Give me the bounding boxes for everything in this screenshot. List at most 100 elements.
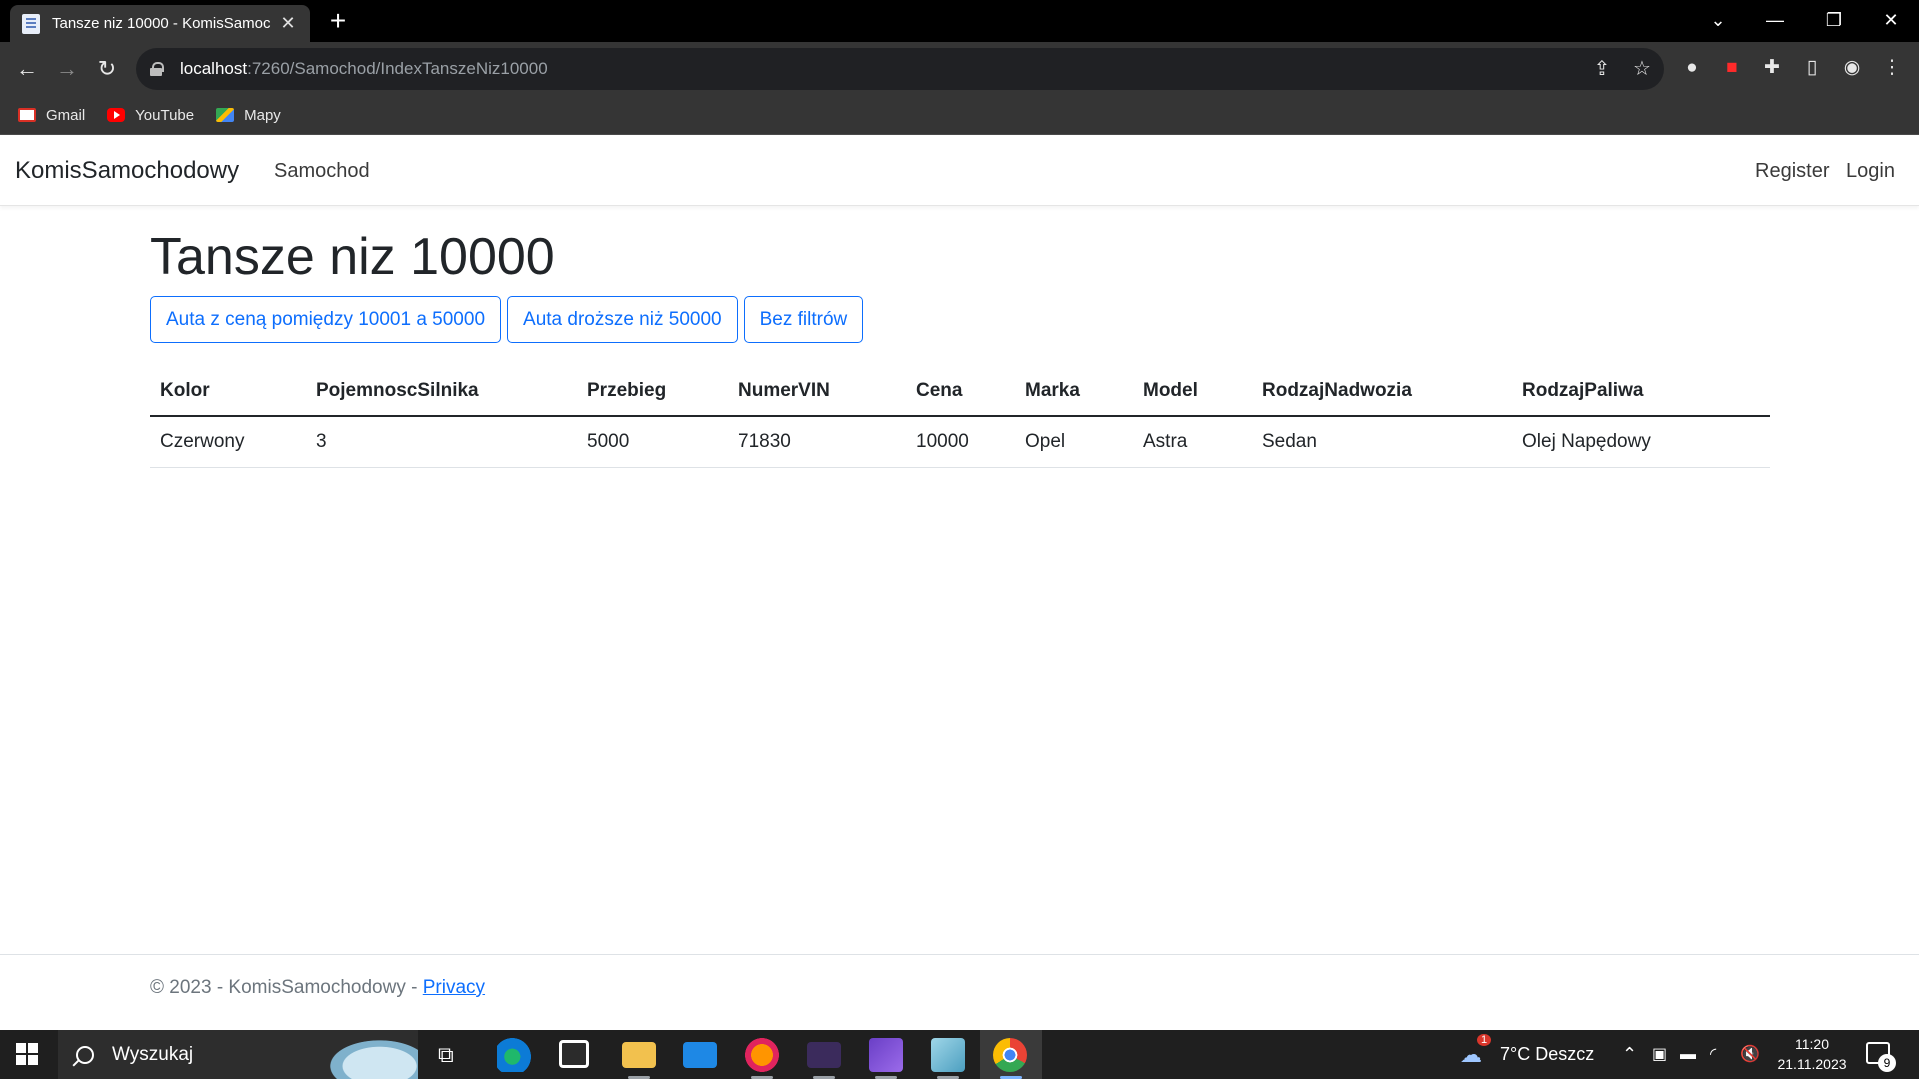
table-row: Czerwony 3 5000 71830 10000 Opel Astra S… xyxy=(150,416,1770,468)
bookmark-label: Gmail xyxy=(46,106,86,124)
windows-taskbar: Wyszukaj ⧉ ☁ 1 7°C Deszcz ⌃ ▣ ▬ ◜ 🔇 11:2… xyxy=(0,1030,1919,1079)
tab-title: Tansze niz 10000 - KomisSamoc xyxy=(52,15,271,32)
cell-przebieg: 5000 xyxy=(577,416,728,468)
chrome-menu-icon[interactable]: ⋮ xyxy=(1879,55,1905,81)
browser-window: Tansze niz 10000 - KomisSamoc ✕ + ⌄ — ❐ … xyxy=(0,0,1919,1079)
weather-badge: 1 xyxy=(1477,1016,1492,1065)
task-view-icon[interactable]: ⧉ xyxy=(438,1030,454,1079)
windows-start-icon[interactable] xyxy=(16,1043,38,1065)
terminal-app-icon[interactable] xyxy=(807,1042,841,1068)
tray-chevron-up-icon[interactable]: ⌃ xyxy=(1622,1030,1637,1079)
filter-buttons: Auta z ceną pomiędzy 10001 a 50000 Auta … xyxy=(150,296,1770,344)
minimize-button[interactable]: — xyxy=(1747,0,1803,40)
reload-button[interactable]: ↻ xyxy=(91,53,123,85)
column-header-numervin: NumerVIN xyxy=(728,367,906,418)
video-extension-icon[interactable]: ■ xyxy=(1719,55,1745,81)
bookmark-gmail[interactable]: Gmail xyxy=(18,107,85,124)
url-path: :7260/Samochod/IndexTanszeNiz10000 xyxy=(247,59,548,78)
browser-tab-active[interactable]: Tansze niz 10000 - KomisSamoc ✕ xyxy=(10,5,310,42)
taskbar-search[interactable]: Wyszukaj xyxy=(58,1030,418,1079)
cookie-extension-icon[interactable]: ● xyxy=(1679,55,1705,81)
bookmark-maps[interactable]: Mapy xyxy=(216,107,281,124)
lock-icon[interactable] xyxy=(150,62,164,76)
search-icon xyxy=(76,1045,94,1064)
cars-table: Kolor PojemnoscSilnika Przebieg NumerVIN… xyxy=(150,367,1770,468)
privacy-link[interactable]: Privacy xyxy=(423,977,485,998)
extensions-puzzle-icon[interactable]: ✚ xyxy=(1759,55,1785,81)
cell-pojemnosc: 3 xyxy=(306,416,577,468)
tab-close-icon[interactable]: ✕ xyxy=(278,13,298,34)
browser-toolbar: ← → ↻ localhost:7260/Samochod/IndexTansz… xyxy=(0,42,1919,96)
share-icon[interactable]: ⇪ xyxy=(1590,57,1614,81)
bookmark-label: YouTube xyxy=(135,106,195,124)
bookmark-star-icon[interactable]: ☆ xyxy=(1630,57,1654,81)
notepad-app-icon[interactable] xyxy=(931,1038,965,1072)
cell-paliwo: Olej Napędowy xyxy=(1512,416,1770,468)
mail-app-icon[interactable] xyxy=(683,1042,717,1068)
forward-button[interactable]: → xyxy=(51,53,83,85)
bookmark-label: Mapy xyxy=(244,106,281,124)
url-host: localhost xyxy=(180,59,248,78)
column-header-model: Model xyxy=(1133,367,1252,418)
taskbar-clock[interactable]: 11:20 21.11.2023 xyxy=(1774,1034,1850,1074)
tab-search-chevron-icon[interactable]: ⌄ xyxy=(1690,0,1746,40)
cell-kolor: Czerwony xyxy=(150,416,306,468)
address-bar[interactable]: localhost:7260/Samochod/IndexTanszeNiz10… xyxy=(136,48,1664,90)
back-button[interactable]: ← xyxy=(11,53,43,85)
tab-strip: Tansze niz 10000 - KomisSamoc ✕ + ⌄ — ❐ … xyxy=(0,0,1919,42)
volume-muted-icon[interactable]: 🔇 xyxy=(1740,1030,1760,1079)
battery-icon[interactable]: ▬ xyxy=(1680,1030,1696,1079)
column-header-przebieg: Przebieg xyxy=(577,367,728,418)
filter-none-button[interactable]: Bez filtrów xyxy=(743,296,864,344)
firefox-app-icon[interactable] xyxy=(745,1038,779,1072)
cell-model: Astra xyxy=(1133,416,1252,468)
filter-above-50000-button[interactable]: Auta droższe niż 50000 xyxy=(507,296,738,344)
side-panel-icon[interactable]: ▯ xyxy=(1799,55,1825,81)
footer-copyright: © 2023 - KomisSamochodowy - xyxy=(150,977,423,998)
meet-now-icon[interactable]: ▣ xyxy=(1652,1030,1667,1079)
file-explorer-icon[interactable] xyxy=(622,1042,656,1068)
restore-button[interactable]: ❐ xyxy=(1806,0,1862,40)
chrome-app-icon[interactable] xyxy=(993,1038,1027,1072)
visual-studio-app-icon[interactable] xyxy=(869,1038,903,1072)
weather-badge-count: 1 xyxy=(1477,1034,1492,1046)
main-content: Tansze niz 10000 Auta z ceną pomiędzy 10… xyxy=(150,226,1770,468)
network-icon[interactable]: ◜ xyxy=(1710,1030,1716,1079)
page-title: Tansze niz 10000 xyxy=(150,228,555,286)
table-header-row: Kolor PojemnoscSilnika Przebieg NumerVIN… xyxy=(150,367,1770,418)
edge-app-icon[interactable] xyxy=(497,1038,531,1072)
clock-time: 11:20 xyxy=(1795,1036,1829,1052)
youtube-icon xyxy=(107,108,126,122)
site-navbar: KomisSamochodowy Samochod Register Login xyxy=(0,136,1919,206)
store-app-icon[interactable] xyxy=(559,1040,589,1068)
maps-icon xyxy=(216,108,235,122)
clock-date: 21.11.2023 xyxy=(1777,1056,1847,1072)
gmail-icon xyxy=(18,108,36,122)
cell-nadwozie: Sedan xyxy=(1252,416,1512,468)
filter-10001-50000-button[interactable]: Auta z ceną pomiędzy 10001 a 50000 xyxy=(150,296,502,344)
cell-cena: 10000 xyxy=(906,416,1015,468)
footer-text: © 2023 - KomisSamochodowy - Privacy xyxy=(150,977,485,999)
web-page: KomisSamochodowy Samochod Register Login… xyxy=(0,136,1919,1030)
weather-text[interactable]: 7°C Deszcz xyxy=(1500,1030,1594,1079)
column-header-kolor: Kolor xyxy=(150,367,306,418)
nav-link-samochod[interactable]: Samochod xyxy=(274,160,370,183)
bookmarks-bar: Gmail YouTube Mapy xyxy=(0,96,1919,135)
nav-link-register[interactable]: Register xyxy=(1755,160,1829,183)
page-favicon-icon xyxy=(22,13,40,34)
column-header-nadwozie: RodzajNadwozia xyxy=(1252,367,1512,418)
site-brand-link[interactable]: KomisSamochodowy xyxy=(15,157,239,185)
profile-avatar-icon[interactable]: ◉ xyxy=(1839,55,1865,81)
cell-marka: Opel xyxy=(1015,416,1133,468)
bookmark-youtube[interactable]: YouTube xyxy=(107,107,194,124)
cell-numervin: 71830 xyxy=(728,416,906,468)
column-header-cena: Cena xyxy=(906,367,1015,418)
taskbar-search-placeholder: Wyszukaj xyxy=(112,1043,194,1065)
nav-link-login[interactable]: Login xyxy=(1846,160,1895,183)
site-footer: © 2023 - KomisSamochodowy - Privacy xyxy=(0,954,1919,1030)
column-header-pojemnosc: PojemnoscSilnika xyxy=(306,367,577,418)
close-window-button[interactable]: ✕ xyxy=(1863,0,1919,40)
new-tab-button[interactable]: + xyxy=(322,6,354,38)
column-header-paliwo: RodzajPaliwa xyxy=(1512,367,1770,418)
column-header-marka: Marka xyxy=(1015,367,1133,418)
